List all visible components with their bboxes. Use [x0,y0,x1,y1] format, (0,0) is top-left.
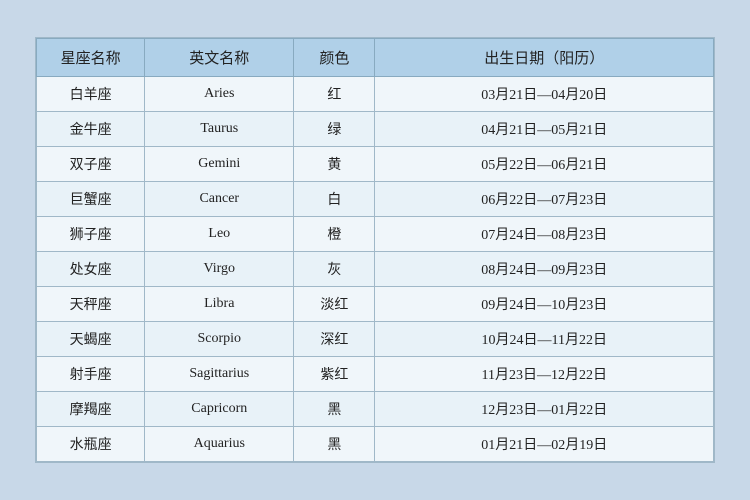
cell-color: 黑 [294,427,375,462]
cell-chinese: 白羊座 [37,77,145,112]
zodiac-table: 星座名称 英文名称 颜色 出生日期（阳历） 白羊座Aries红03月21日—04… [36,38,714,462]
cell-date: 10月24日—11月22日 [375,322,714,357]
cell-date: 08月24日—09月23日 [375,252,714,287]
table-row: 射手座Sagittarius紫红11月23日—12月22日 [37,357,714,392]
cell-date: 06月22日—07月23日 [375,182,714,217]
cell-chinese: 巨蟹座 [37,182,145,217]
cell-color: 灰 [294,252,375,287]
cell-english: Scorpio [145,322,294,357]
cell-date: 04月21日—05月21日 [375,112,714,147]
table-row: 巨蟹座Cancer白06月22日—07月23日 [37,182,714,217]
cell-chinese: 处女座 [37,252,145,287]
cell-english: Aries [145,77,294,112]
cell-color: 紫红 [294,357,375,392]
header-english: 英文名称 [145,39,294,77]
header-color: 颜色 [294,39,375,77]
cell-english: Gemini [145,147,294,182]
cell-color: 橙 [294,217,375,252]
cell-chinese: 金牛座 [37,112,145,147]
cell-color: 白 [294,182,375,217]
zodiac-table-container: 星座名称 英文名称 颜色 出生日期（阳历） 白羊座Aries红03月21日—04… [35,37,715,463]
cell-english: Taurus [145,112,294,147]
table-row: 摩羯座Capricorn黑12月23日—01月22日 [37,392,714,427]
cell-chinese: 天蝎座 [37,322,145,357]
cell-date: 09月24日—10月23日 [375,287,714,322]
cell-date: 11月23日—12月22日 [375,357,714,392]
table-row: 天秤座Libra淡红09月24日—10月23日 [37,287,714,322]
table-header-row: 星座名称 英文名称 颜色 出生日期（阳历） [37,39,714,77]
cell-color: 深红 [294,322,375,357]
cell-date: 12月23日—01月22日 [375,392,714,427]
cell-english: Libra [145,287,294,322]
cell-chinese: 摩羯座 [37,392,145,427]
cell-chinese: 射手座 [37,357,145,392]
cell-color: 淡红 [294,287,375,322]
table-row: 双子座Gemini黄05月22日—06月21日 [37,147,714,182]
table-row: 处女座Virgo灰08月24日—09月23日 [37,252,714,287]
cell-color: 黑 [294,392,375,427]
cell-english: Sagittarius [145,357,294,392]
cell-chinese: 双子座 [37,147,145,182]
cell-chinese: 天秤座 [37,287,145,322]
cell-color: 黄 [294,147,375,182]
table-row: 狮子座Leo橙07月24日—08月23日 [37,217,714,252]
cell-chinese: 水瓶座 [37,427,145,462]
cell-english: Virgo [145,252,294,287]
cell-date: 01月21日—02月19日 [375,427,714,462]
cell-date: 05月22日—06月21日 [375,147,714,182]
cell-english: Leo [145,217,294,252]
cell-chinese: 狮子座 [37,217,145,252]
table-row: 水瓶座Aquarius黑01月21日—02月19日 [37,427,714,462]
cell-color: 绿 [294,112,375,147]
cell-date: 07月24日—08月23日 [375,217,714,252]
table-row: 金牛座Taurus绿04月21日—05月21日 [37,112,714,147]
cell-date: 03月21日—04月20日 [375,77,714,112]
table-row: 白羊座Aries红03月21日—04月20日 [37,77,714,112]
cell-english: Aquarius [145,427,294,462]
cell-color: 红 [294,77,375,112]
table-row: 天蝎座Scorpio深红10月24日—11月22日 [37,322,714,357]
header-date: 出生日期（阳历） [375,39,714,77]
cell-english: Capricorn [145,392,294,427]
cell-english: Cancer [145,182,294,217]
header-chinese: 星座名称 [37,39,145,77]
